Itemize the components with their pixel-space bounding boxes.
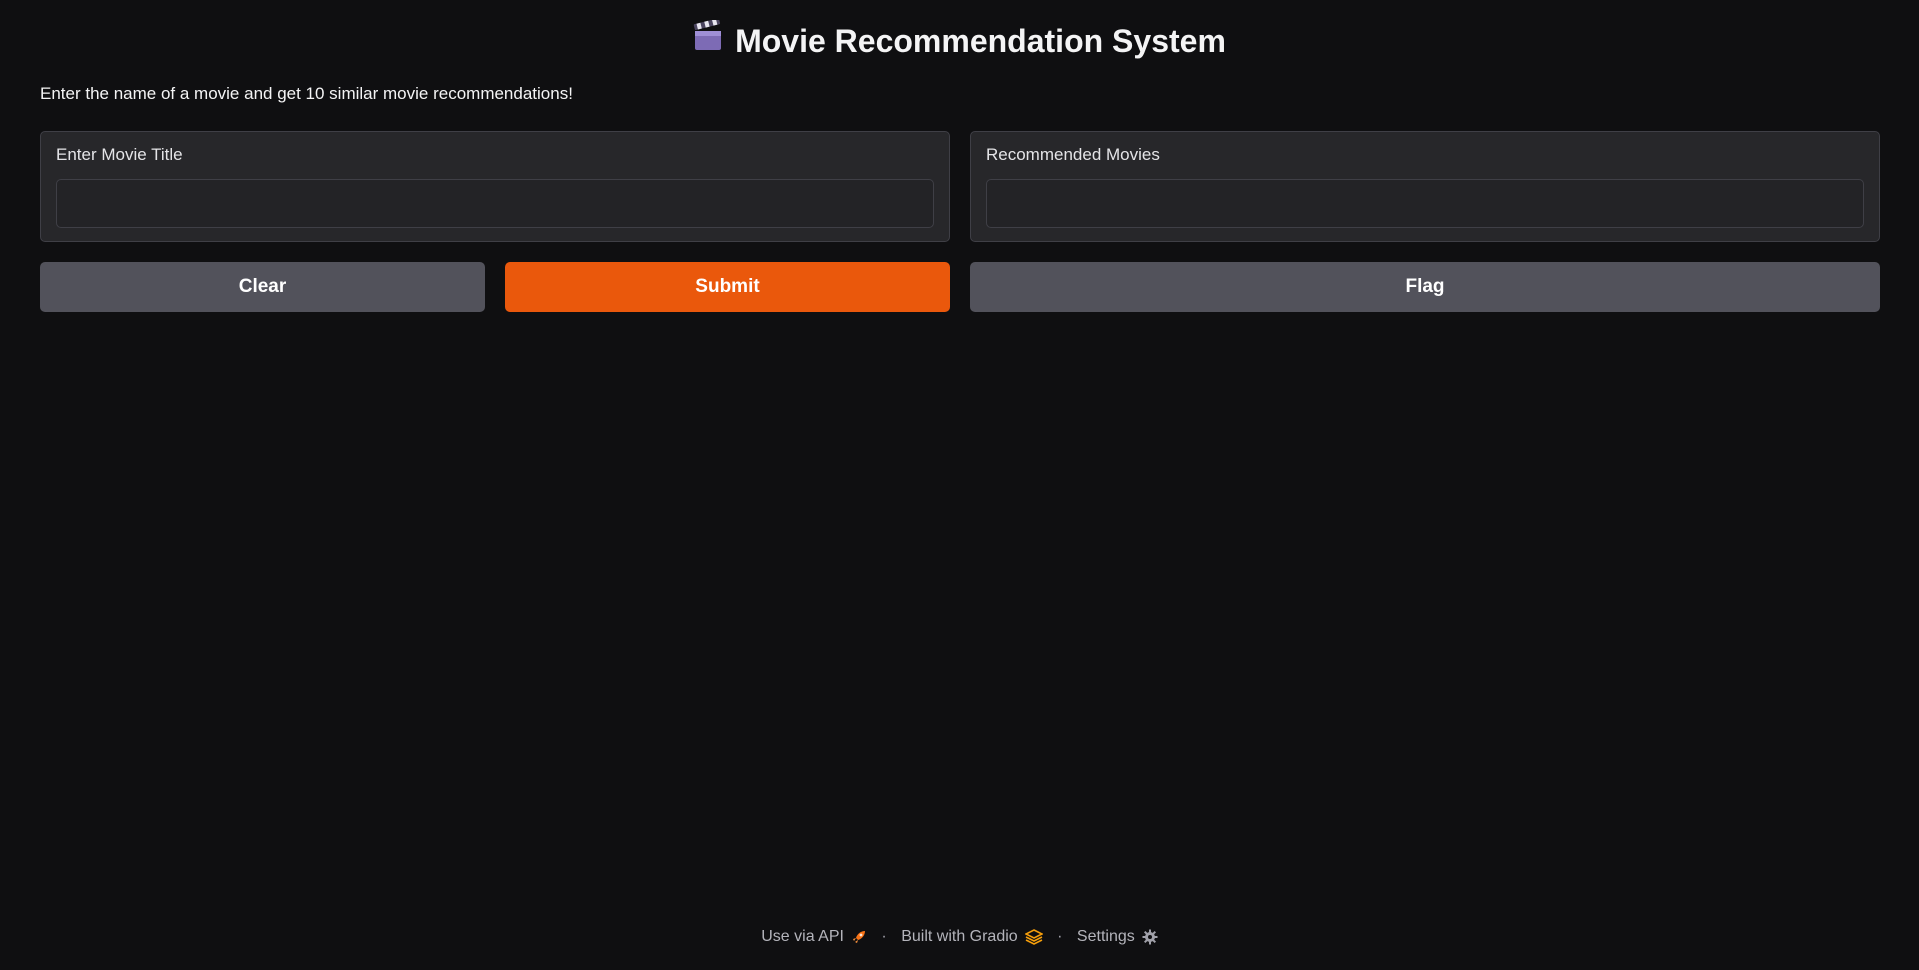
page-title: Movie Recommendation System xyxy=(0,17,1919,65)
gear-icon xyxy=(1142,925,1158,949)
clear-button[interactable]: Clear xyxy=(40,262,485,312)
clapperboard-icon xyxy=(693,17,723,62)
settings-label: Settings xyxy=(1076,928,1135,945)
title-text: Movie Recommendation System xyxy=(735,23,1226,59)
movie-title-panel: Enter Movie Title xyxy=(40,131,950,242)
movie-title-input[interactable] xyxy=(56,179,934,228)
gradio-logo-icon xyxy=(1024,925,1043,949)
built-with-gradio-label: Built with Gradio xyxy=(901,928,1018,945)
footer-separator: · xyxy=(881,928,887,945)
rocket-icon xyxy=(851,925,867,949)
submit-button[interactable]: Submit xyxy=(505,262,950,312)
recommended-movies-panel: Recommended Movies xyxy=(970,131,1880,242)
use-via-api-label: Use via API xyxy=(761,928,844,945)
recommended-movies-label: Recommended Movies xyxy=(986,145,1160,164)
movie-title-label: Enter Movie Title xyxy=(56,145,183,164)
built-with-gradio-link[interactable]: Built with Gradio xyxy=(901,925,1043,949)
recommended-movies-output[interactable] xyxy=(986,179,1864,228)
flag-button[interactable]: Flag xyxy=(970,262,1880,312)
footer: Use via API · Built with Gradio · Settin… xyxy=(0,925,1919,949)
footer-separator: · xyxy=(1057,928,1063,945)
settings-link[interactable]: Settings xyxy=(1077,925,1158,949)
use-via-api-link[interactable]: Use via API xyxy=(761,925,867,949)
app-root: Movie Recommendation System Enter the na… xyxy=(0,0,1919,970)
description-text: Enter the name of a movie and get 10 sim… xyxy=(40,84,573,103)
